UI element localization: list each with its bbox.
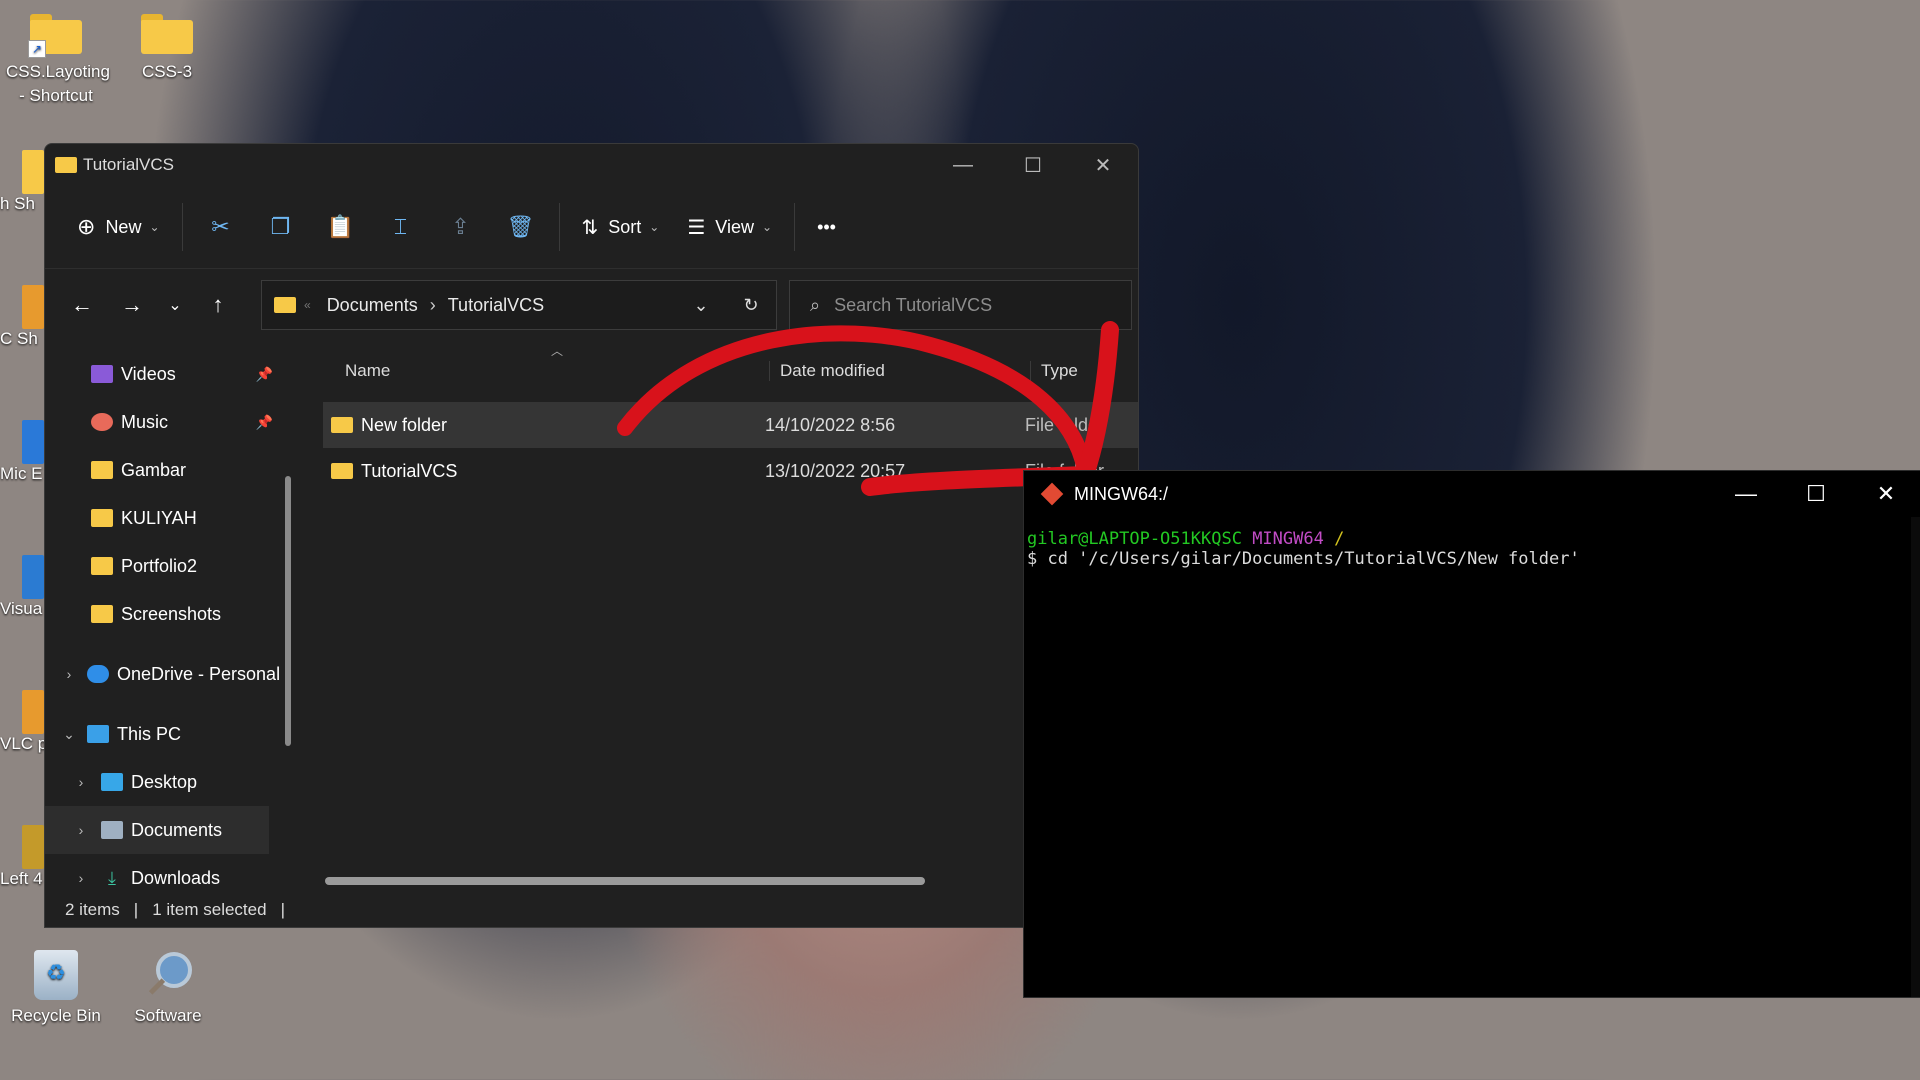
close-button[interactable]: ✕ (1851, 481, 1920, 507)
prompt-env: MINGW64 (1252, 529, 1324, 549)
command-line[interactable]: $ cd '/c/Users/gilar/Documents/TutorialV… (1027, 549, 1918, 569)
shortcut-arrow-icon: ↗ (28, 40, 46, 58)
git-bash-terminal[interactable]: MINGW64:/ — ☐ ✕ gilar@LAPTOP-O51KKQSC MI… (1023, 470, 1920, 998)
terminal-scrollbar[interactable] (1911, 517, 1920, 997)
terminal-title: MINGW64:/ (1074, 483, 1169, 504)
terminal-output[interactable]: gilar@LAPTOP-O51KKQSC MINGW64 / $ cd '/c… (1024, 517, 1920, 581)
maximize-button[interactable]: ☐ (1781, 481, 1851, 507)
prompt-user-host: gilar@LAPTOP-O51KKQSC (1027, 529, 1242, 549)
minimize-button[interactable]: — (1711, 481, 1781, 507)
terminal-titlebar[interactable]: MINGW64:/ — ☐ ✕ (1024, 471, 1920, 517)
prompt-line: gilar@LAPTOP-O51KKQSC MINGW64 / (1027, 529, 1918, 549)
git-logo-icon (1040, 482, 1064, 506)
prompt-path: / (1334, 529, 1345, 549)
